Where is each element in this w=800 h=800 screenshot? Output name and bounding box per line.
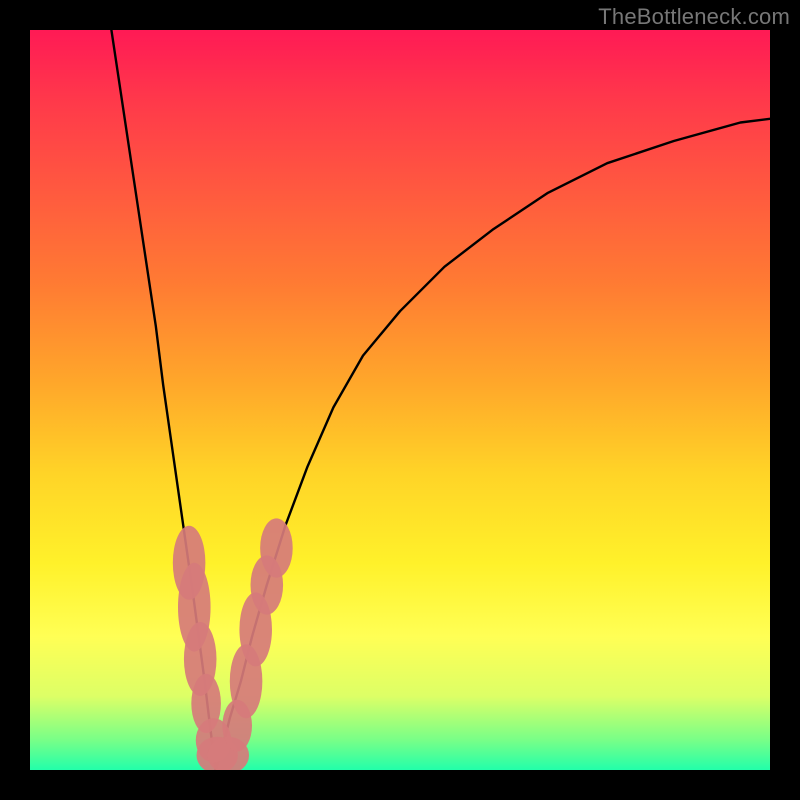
- outer-frame: TheBottleneck.com: [0, 0, 800, 800]
- highlight-marker: [260, 518, 293, 577]
- watermark-text: TheBottleneck.com: [598, 4, 790, 30]
- bottleneck-curve-right-branch: [216, 119, 770, 770]
- curve-layer: [30, 30, 770, 770]
- plot-area: [30, 30, 770, 770]
